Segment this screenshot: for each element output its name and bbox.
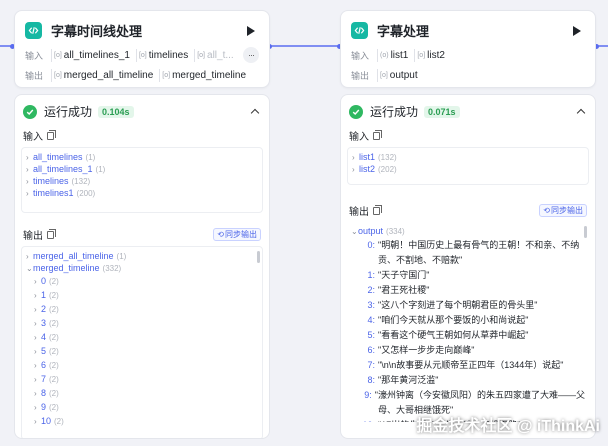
list-item[interactable]: 3: "这八个字刻进了每个明朝君臣的骨头里" [361, 297, 585, 312]
node-subtitle-timeline[interactable]: 字幕时间线处理 输入 [o] all_timelines_1 [o] timelin… [14, 10, 270, 88]
success-check-icon [349, 104, 363, 119]
list-item[interactable]: 7: "\n\n故事要从元顺帝至正四年（1344年）说起" [361, 357, 585, 372]
input-section-label: 输入 [15, 124, 269, 147]
tree-row[interactable]: › 7 (2) [26, 372, 258, 386]
run-icon[interactable] [573, 25, 581, 36]
run-time-badge: 0.104s [98, 105, 134, 118]
tree-row[interactable]: › all_timelines_1 (1) [26, 163, 258, 175]
input-pill[interactable]: [o] all_timelines_1 [51, 48, 134, 62]
copy-icon[interactable] [47, 129, 56, 140]
success-check-icon [23, 104, 37, 119]
input-pill[interactable]: [o] all_t... [194, 48, 237, 62]
sync-icon: ⟲ [543, 206, 550, 215]
tree-row[interactable]: ⌄ merged_timeline (332) [26, 262, 258, 274]
list-item[interactable]: 6: "又怎样一步步走向巅峰" [361, 342, 585, 357]
output-label: 输出 [25, 70, 44, 81]
input-pill[interactable]: (o) list1 [377, 48, 412, 62]
tree-row[interactable]: ⌄ output (334) [351, 225, 585, 237]
node-outputs-row: 输出 [o] output [341, 66, 595, 84]
copy-icon[interactable] [373, 204, 382, 215]
copy-icon[interactable] [47, 228, 56, 239]
run-result-panel-right: 运行成功 0.071s 输入 › list1 (132) › list2 (202) 输… [340, 94, 596, 439]
sync-output-button[interactable]: ⟲ 同步输出 [539, 204, 587, 217]
tree-row[interactable]: › list2 (202) [352, 163, 584, 175]
tree-row[interactable]: › 6 (2) [26, 358, 258, 372]
node-title: 字幕处理 [377, 24, 430, 39]
node-title: 字幕时间线处理 [51, 24, 143, 39]
output-pill[interactable]: [o] merged_timeline [159, 68, 250, 82]
output-json-view[interactable]: › merged_all_timeline (1) ⌄ merged_timeline… [21, 246, 263, 438]
input-pill[interactable]: [o] list2 [414, 48, 449, 62]
run-result-panel-left: 运行成功 0.104s 输入 › all_timelines (1) › all_ti… [14, 94, 270, 439]
tree-row[interactable]: › merged_all_timeline (1) [26, 250, 258, 262]
run-status: 运行成功 [370, 105, 419, 119]
tree-row[interactable]: › timelines (132) [26, 175, 258, 187]
output-section-label: 输出 ⟲ 同步输出 [15, 223, 269, 246]
list-item[interactable]: 1: "天子守国门" [361, 267, 585, 282]
collapse-chevron-icon[interactable] [249, 106, 261, 118]
scrollbar-thumb[interactable] [584, 226, 587, 238]
tree-row[interactable]: › all_timelines (1) [26, 151, 258, 163]
list-item[interactable]: 0: "明朝！中国历史上最有骨气的王朝！不和亲、不纳 [361, 237, 585, 252]
watermark: 掘金技术社区 @ iThinkAi [416, 418, 600, 435]
code-node-icon [25, 22, 42, 39]
tree-row[interactable]: › timelines1 (200) [26, 187, 258, 199]
tree-row[interactable]: › 3 (2) [26, 316, 258, 330]
tree-row[interactable]: › 8 (2) [26, 386, 258, 400]
list-item[interactable]: 5: "看看这个硬气王朝如何从草莽中崛起" [361, 327, 585, 342]
tree-row[interactable]: › 1 (2) [26, 288, 258, 302]
sync-icon: ⟲ [217, 230, 224, 239]
node-outputs-row: 输出 [o] merged_all_timeline [o] merged_time… [15, 66, 269, 84]
tree-row[interactable]: › 5 (2) [26, 344, 258, 358]
tree-row[interactable]: › 9 (2) [26, 400, 258, 414]
list-item[interactable]: 贡、不割地、不赔款" [361, 252, 585, 267]
code-node-icon [351, 22, 368, 39]
tree-row[interactable]: › 4 (2) [26, 330, 258, 344]
input-label: 输入 [351, 50, 370, 61]
tree-row[interactable]: › 10 (2) [26, 414, 258, 428]
more-button[interactable]: ··· [243, 47, 259, 63]
output-json-view[interactable]: ⌄ output (334) 0: "明朝！中国历史上最有骨气的王朝！不和亲、不纳 贡、… [347, 222, 589, 422]
input-label: 输入 [25, 50, 44, 61]
input-pill[interactable]: [o] timelines [135, 48, 192, 62]
tree-row[interactable]: › 2 (2) [26, 302, 258, 316]
list-item[interactable]: 8: "那年黄河泛滥" [361, 372, 585, 387]
node-inputs-row: 输入 (o) list1 [o] list2 [341, 46, 595, 64]
input-json-view[interactable]: › all_timelines (1) › all_timelines_1 (1) › t… [21, 147, 263, 213]
list-item[interactable]: 9: "濠州钟离（今安徽凤阳）的朱五四家遭了大难——父 [361, 387, 585, 402]
list-item[interactable]: 2: "君王死社稷" [361, 282, 585, 297]
tree-row[interactable]: › 0 (2) [26, 274, 258, 288]
output-pill[interactable]: [o] merged_all_timeline [51, 68, 157, 82]
run-time-badge: 0.071s [424, 105, 460, 118]
output-pill[interactable]: [o] output [377, 68, 422, 82]
copy-icon[interactable] [373, 129, 382, 140]
run-status: 运行成功 [44, 105, 93, 119]
input-json-view[interactable]: › list1 (132) › list2 (202) [347, 147, 589, 185]
output-section-label: 输出 ⟲ 同步输出 [341, 199, 595, 222]
output-label: 输出 [351, 70, 370, 81]
sync-output-button[interactable]: ⟲ 同步输出 [213, 228, 261, 241]
input-section-label: 输入 [341, 124, 595, 147]
node-subtitle-processing[interactable]: 字幕处理 输入 (o) list1 [o] list2 输出 [o] output [340, 10, 596, 88]
tree-row[interactable]: › list1 (132) [352, 151, 584, 163]
run-icon[interactable] [247, 25, 255, 36]
node-inputs-row: 输入 [o] all_timelines_1 [o] timelines [o] al… [15, 46, 269, 64]
list-item[interactable]: 4: "咱们今天就从那个要饭的小和尚说起" [361, 312, 585, 327]
collapse-chevron-icon[interactable] [575, 106, 587, 118]
scrollbar-thumb[interactable] [257, 251, 260, 263]
